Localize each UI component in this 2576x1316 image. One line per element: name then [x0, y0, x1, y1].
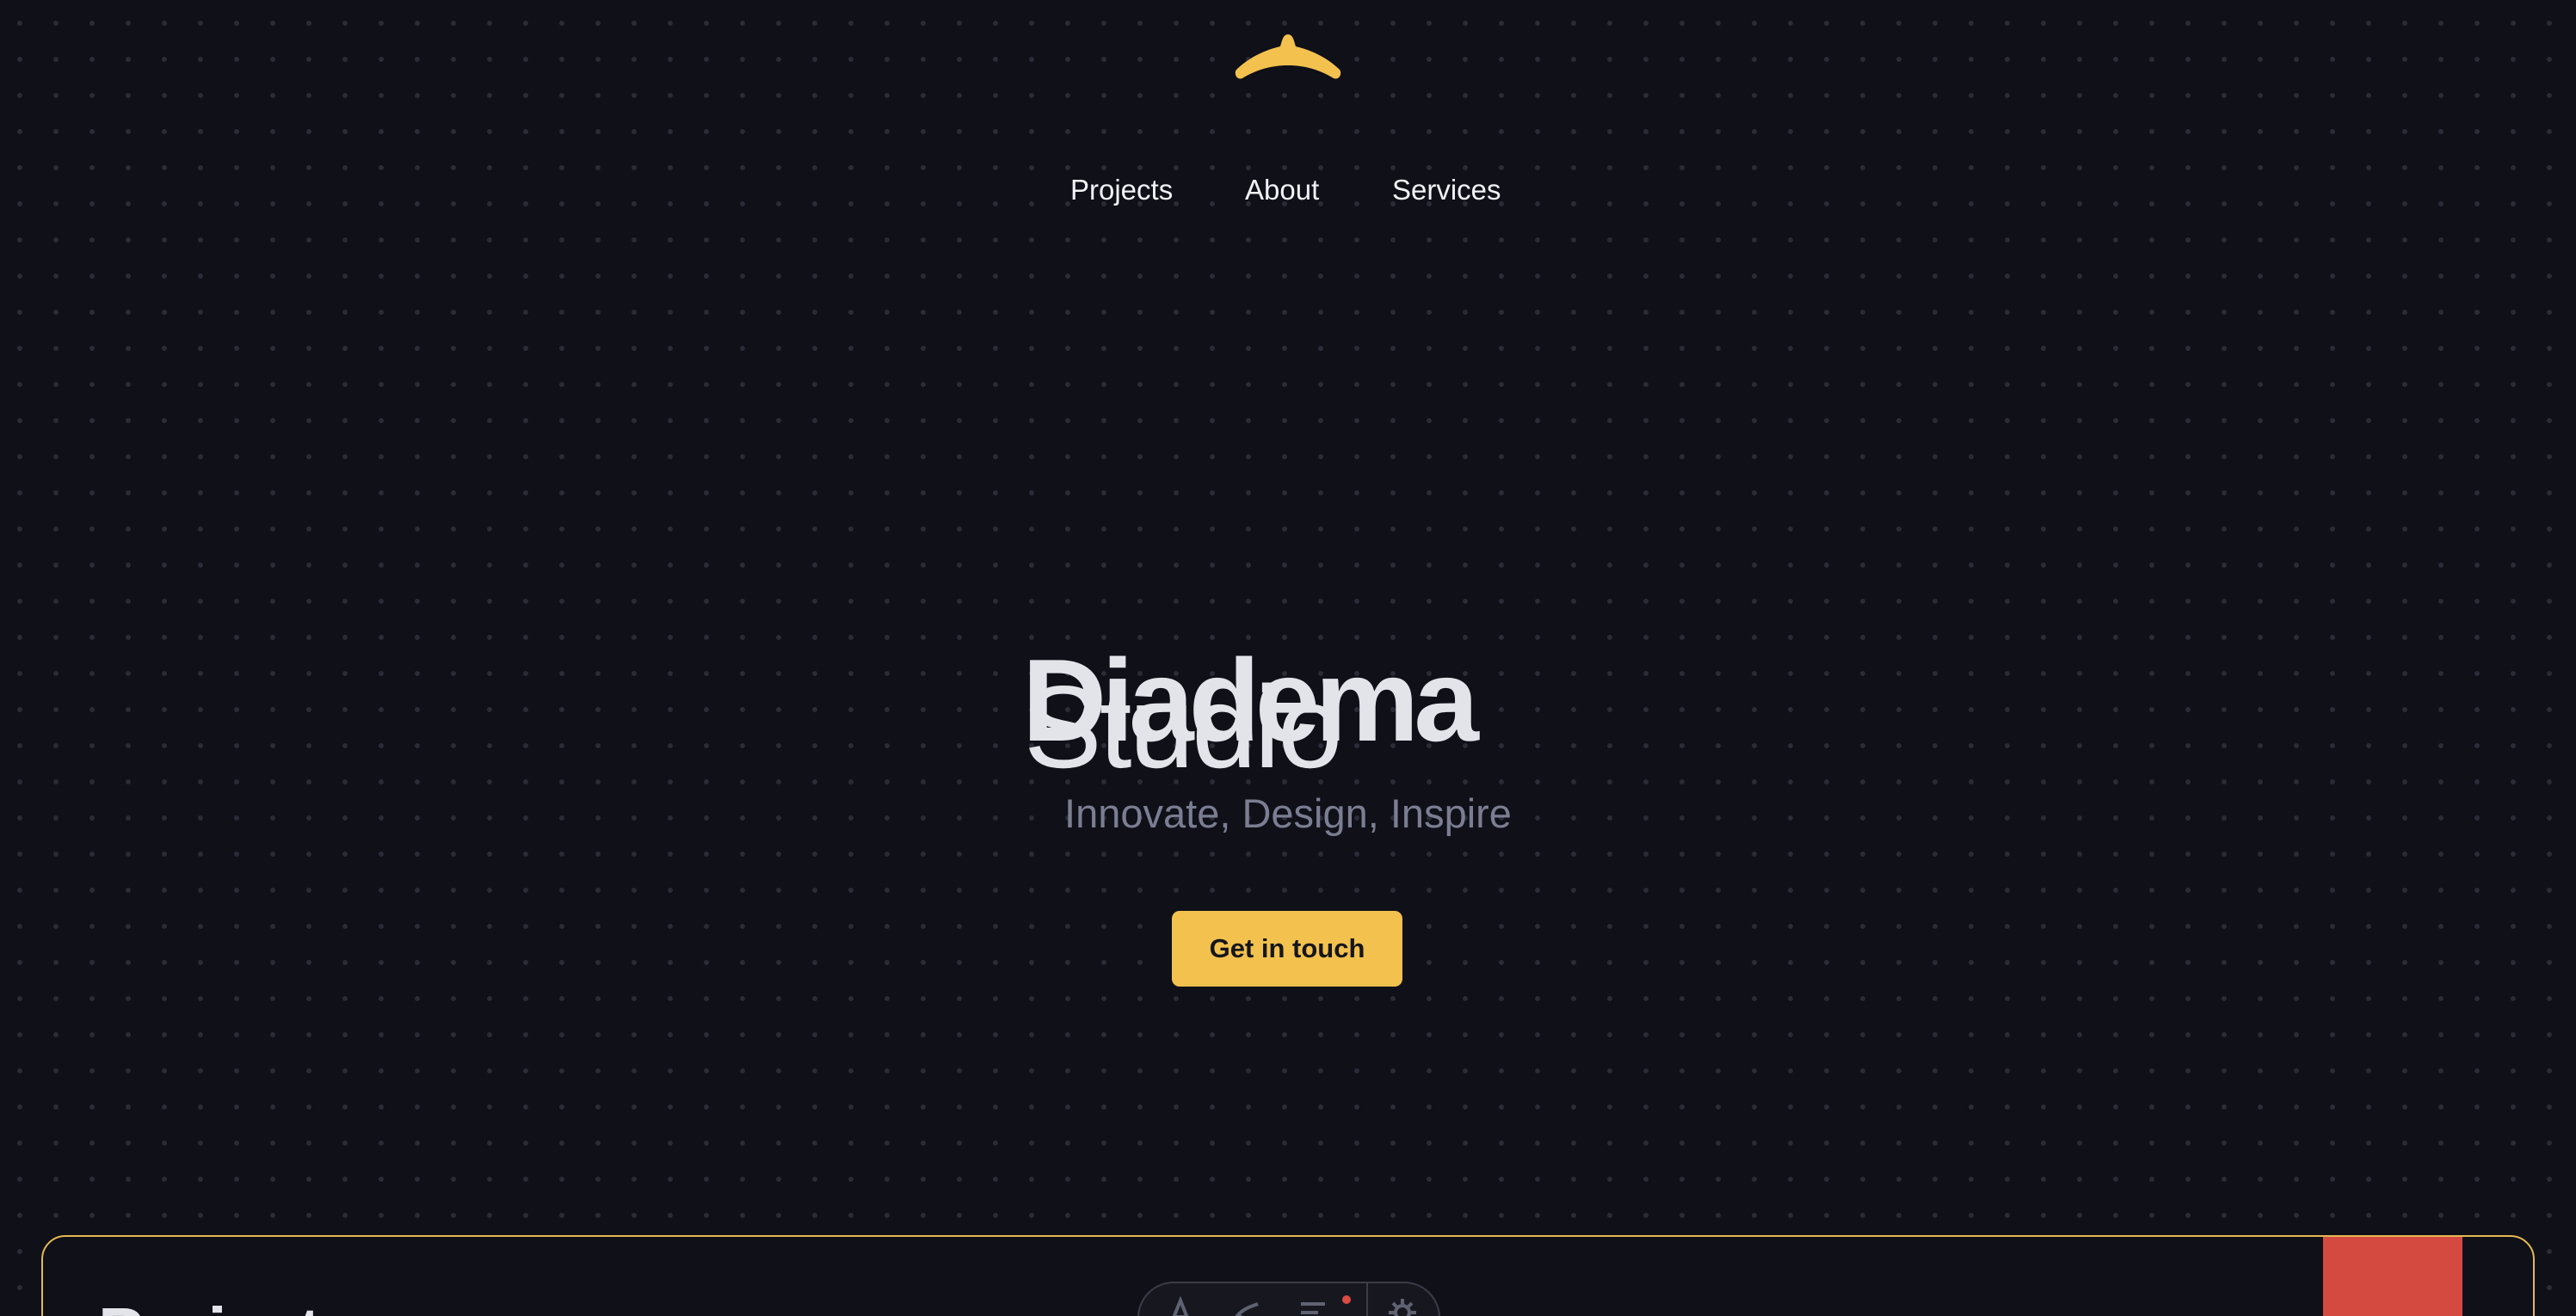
main-nav: Projects About Services — [0, 169, 2576, 212]
notification-dot — [1342, 1295, 1351, 1304]
nav-link-projects[interactable]: Projects — [1070, 169, 1173, 212]
nav-link-about[interactable]: About — [1245, 169, 1319, 212]
projects-panel: Projects — [41, 1235, 2535, 1316]
nav-link-services[interactable]: Services — [1392, 169, 1501, 212]
diadem-crown-icon[interactable] — [1230, 31, 1346, 89]
text-tool-icon[interactable] — [1163, 1295, 1198, 1316]
landing-page: Projects About Services Diadema Studio I… — [0, 0, 2576, 1316]
hero-tagline: Innovate, Design, Inspire — [1064, 790, 1512, 836]
brush-tool-icon[interactable] — [1229, 1295, 1263, 1316]
editor-toolbar — [1137, 1282, 1440, 1316]
get-in-touch-button[interactable]: Get in touch — [1172, 911, 1402, 987]
projects-heading: Projects — [98, 1294, 358, 1316]
settings-icon[interactable] — [1385, 1295, 1420, 1316]
align-tool-icon[interactable] — [1296, 1295, 1330, 1316]
toolbar-divider — [1366, 1283, 1368, 1316]
hero-subtitle: Studio — [1024, 661, 1343, 792]
project-thumbnail[interactable] — [2323, 1237, 2462, 1316]
